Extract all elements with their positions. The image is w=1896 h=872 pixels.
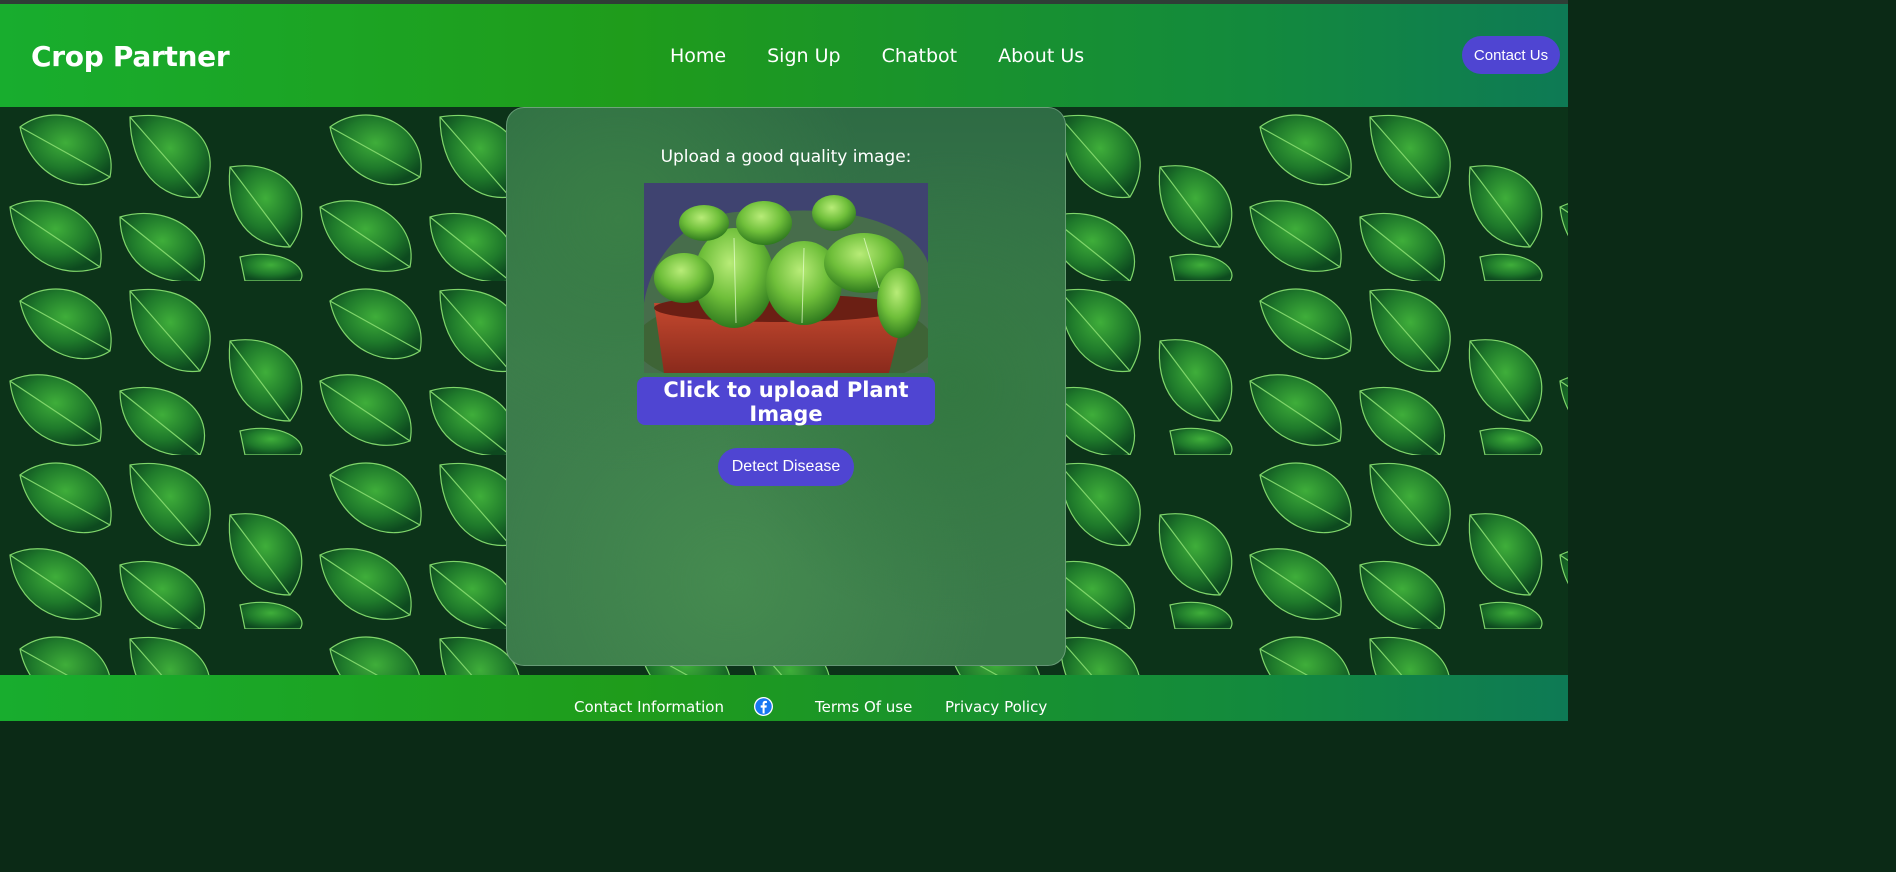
nav-about-us[interactable]: About Us [998,45,1084,67]
basil-plant-illustration [644,183,928,373]
plant-preview-image [644,183,928,373]
main-nav: Home Sign Up Chatbot About Us [670,45,1084,67]
contact-us-button[interactable]: Contact Us [1462,36,1560,74]
nav-home[interactable]: Home [670,45,726,67]
terms-of-use-link[interactable]: Terms Of use [815,698,912,716]
brand-logo[interactable]: Crop Partner [31,40,230,73]
upload-plant-image-button[interactable]: Click to upload Plant Image [637,377,935,426]
upload-prompt: Upload a good quality image: [660,147,912,167]
nav-sign-up[interactable]: Sign Up [767,45,840,67]
facebook-icon[interactable] [754,697,773,716]
site-header: Crop Partner Home Sign Up Chatbot About … [0,4,1568,107]
detect-disease-button[interactable]: Detect Disease [718,448,854,486]
contact-information-link[interactable]: Contact Information [574,698,724,716]
site-footer: Contact Information Terms Of use Privacy… [0,675,1568,721]
upload-card: Upload a good quality image: Click to up… [506,107,1066,666]
nav-chatbot[interactable]: Chatbot [882,45,958,67]
privacy-policy-link[interactable]: Privacy Policy [945,698,1047,716]
